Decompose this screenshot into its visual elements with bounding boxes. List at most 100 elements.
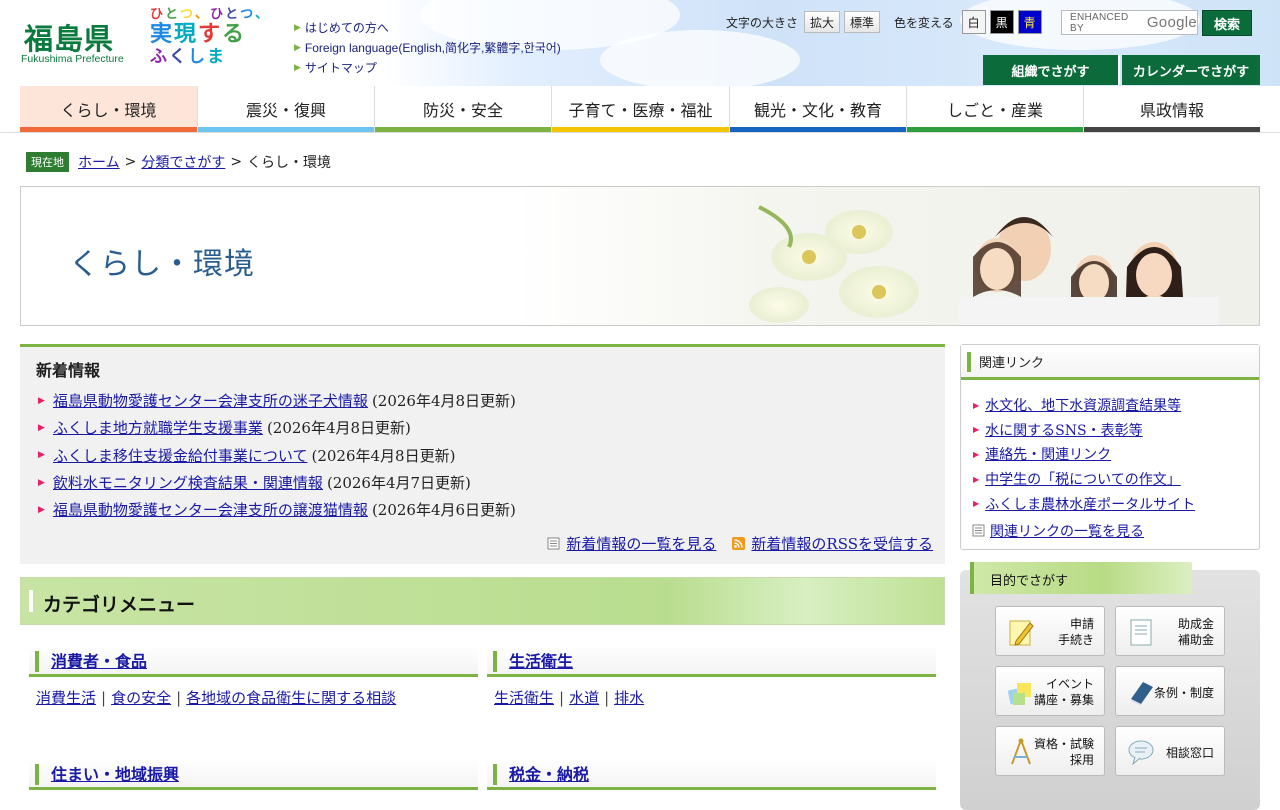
- category-link[interactable]: 排水: [614, 687, 644, 708]
- category-link[interactable]: 生活衛生: [494, 687, 554, 708]
- page-title: くらし・環境: [69, 247, 255, 282]
- related-link-item: ▶ 水に関するSNS・表彰等: [973, 418, 1195, 443]
- nav-item-disaster-recovery[interactable]: 震災・復興: [198, 86, 375, 132]
- font-size-standard-button[interactable]: 標準: [844, 11, 881, 33]
- nav-item-tourism-culture-education[interactable]: 観光・文化・教育: [730, 86, 907, 132]
- news-link[interactable]: 飲料水モニタリング検査結果・関連情報: [53, 472, 323, 493]
- rss-icon: [732, 537, 746, 550]
- news-link[interactable]: 福島県動物愛護センター会津支所の譲渡猫情報: [53, 499, 368, 520]
- nav-item-childcare-medical-welfare[interactable]: 子育て・医療・福祉: [552, 86, 730, 132]
- news-list-link[interactable]: 新着情報の一覧を見る: [566, 535, 716, 553]
- search-placeholder: ENHANCED BY: [1070, 11, 1129, 34]
- purpose-consultation-button[interactable]: 相談窓口: [1115, 726, 1225, 776]
- purpose-application-button[interactable]: 申請 手続き: [995, 606, 1105, 656]
- purpose-event-button[interactable]: イベント 講座・募集: [995, 666, 1105, 716]
- nav-item-life-environment[interactable]: くらし・環境: [20, 86, 198, 132]
- breadcrumb-current: くらし・環境: [247, 155, 332, 171]
- related-link[interactable]: 水文化、地下水資源調査結果等: [985, 395, 1181, 415]
- category-heading: 消費者・食品: [29, 645, 478, 677]
- category-link[interactable]: 消費生活: [36, 687, 96, 708]
- slogan-letter: る: [222, 22, 245, 47]
- separator: |: [559, 688, 565, 707]
- slogan-letter: つ: [180, 7, 194, 22]
- color-black-button[interactable]: 黒: [989, 10, 1014, 34]
- purpose-qualification-button[interactable]: 資格・試験 採用: [995, 726, 1105, 776]
- font-size-label: 文字の大きさ: [726, 15, 799, 30]
- triangle-bullet-icon: ▶: [294, 41, 301, 52]
- news-link[interactable]: 福島県動物愛護センター会津支所の迷子犬情報: [53, 390, 368, 411]
- related-more-wrap: 関連リンクの一覧を見る: [972, 521, 1144, 541]
- category-link[interactable]: 水道: [569, 687, 599, 708]
- search-button[interactable]: 検索: [1202, 10, 1252, 36]
- purpose-button-label: 相談窓口: [1165, 746, 1214, 760]
- category-title-link[interactable]: 生活衛生: [509, 648, 573, 672]
- news-rss-link[interactable]: 新着情報のRSSを受信する: [751, 535, 933, 553]
- breadcrumb-category-link[interactable]: 分類でさがす: [141, 152, 225, 172]
- category-title-link[interactable]: 消費者・食品: [51, 648, 147, 672]
- news-item: ▶ ふくしま移住支援金給付事業について (2026年4月8日更新): [38, 442, 516, 469]
- event-cards-icon: [1008, 683, 1031, 705]
- triangle-bullet-icon: ▶: [294, 21, 301, 32]
- related-link[interactable]: 水に関するSNS・表彰等: [985, 420, 1142, 440]
- pencil-note-icon: [1009, 620, 1034, 646]
- news-date: (2026年4月8日更新): [371, 392, 516, 411]
- bullet-icon: ▶: [38, 504, 45, 515]
- nav-item-prefectural-info[interactable]: 県政情報: [1084, 86, 1260, 132]
- purpose-subsidy-button[interactable]: 助成金 補助金: [1115, 606, 1225, 656]
- org-search-button[interactable]: 組織でさがす: [983, 55, 1120, 85]
- top-link-sitemap[interactable]: ▶ サイトマップ: [294, 57, 561, 77]
- slogan-letter: ま: [207, 47, 224, 67]
- news-list: ▶ 福島県動物愛護センター会津支所の迷子犬情報 (2026年4月8日更新) ▶ ふくし…: [38, 387, 516, 523]
- category-title-link[interactable]: 税金・納税: [509, 761, 589, 785]
- related-link[interactable]: 連絡先・関連リンク: [985, 444, 1111, 464]
- utility-bar: 文字の大きさ 拡大 標準 色を変える 白 黒 青: [726, 10, 1042, 34]
- bullet-icon: ▶: [973, 474, 980, 484]
- font-size-enlarge-button[interactable]: 拡大: [804, 11, 841, 33]
- news-link[interactable]: ふくしま移住支援金給付事業について: [53, 445, 308, 466]
- slogan-letter: 、: [195, 7, 209, 22]
- category-title-link[interactable]: 住まい・地域振興: [51, 761, 179, 785]
- bullet-icon: ▶: [973, 449, 980, 459]
- breadcrumb-home-link[interactable]: ホーム: [78, 152, 120, 172]
- slogan-letter: と: [225, 7, 239, 22]
- purpose-button-label: 条例・制度: [1153, 686, 1214, 700]
- news-list-link-wrap: 新着情報の一覧を見る: [547, 533, 716, 554]
- category-consumer-food: 消費者・食品 消費生活 | 食の安全 | 各地域の食品衛生に関する相談: [29, 645, 478, 708]
- separator: |: [604, 688, 610, 707]
- breadcrumb-tag: 現在地: [26, 152, 69, 172]
- related-link[interactable]: 中学生の「税についての作文」: [985, 469, 1181, 489]
- purpose-heading: 目的でさがす: [990, 574, 1069, 589]
- nav-item-work-industry[interactable]: しごと・産業: [907, 86, 1084, 132]
- site-logo[interactable]: 福島県: [24, 16, 114, 58]
- category-link[interactable]: 食の安全: [111, 687, 171, 708]
- color-blue-button[interactable]: 青: [1017, 10, 1042, 34]
- search-input[interactable]: ENHANCED BY Google: [1061, 10, 1198, 35]
- news-link[interactable]: ふくしま地方就職学生支援事業: [53, 417, 263, 438]
- top-link-foreign-language[interactable]: ▶ Foreign language(English,简化字,繁體字,한국어): [294, 37, 561, 57]
- news-rss-link-wrap: 新着情報のRSSを受信する: [732, 533, 933, 554]
- category-links: 消費生活 | 食の安全 | 各地域の食品衛生に関する相談: [29, 687, 478, 708]
- category-housing: 住まい・地域振興: [29, 758, 478, 790]
- separator: |: [176, 688, 182, 707]
- category-heading: 住まい・地域振興: [29, 758, 478, 790]
- list-icon: [972, 524, 985, 537]
- top-link-beginners[interactable]: ▶ はじめての方へ: [294, 17, 561, 37]
- category-link[interactable]: 各地域の食品衛生に関する相談: [186, 687, 396, 708]
- slogan-letter: ふ: [150, 47, 167, 67]
- purpose-ordinance-button[interactable]: 条例・制度: [1115, 666, 1225, 716]
- bullet-icon: ▶: [38, 477, 45, 488]
- color-white-button[interactable]: 白: [961, 10, 986, 34]
- calendar-search-button[interactable]: カレンダーでさがす: [1122, 55, 1260, 85]
- slogan-letter: ひ: [150, 7, 164, 22]
- nav-item-safety[interactable]: 防災・安全: [375, 86, 552, 132]
- category-menu-heading: カテゴリメニュー: [43, 594, 196, 616]
- related-more-link[interactable]: 関連リンクの一覧を見る: [990, 524, 1144, 540]
- slogan-letter: つ: [240, 7, 254, 22]
- related-link[interactable]: ふくしま農林水産ポータルサイト: [985, 494, 1195, 514]
- related-link-item: ▶ 水文化、地下水資源調査結果等: [973, 393, 1195, 418]
- breadcrumb-separator: >: [124, 154, 137, 170]
- header-cloud: [600, 30, 800, 90]
- site-header: 福島県 Fukushima Prefecture ひとつ、ひとつ、 実現する ふ…: [0, 0, 1280, 90]
- category-heading: 生活衛生: [487, 645, 936, 677]
- related-link-item: ▶ 連絡先・関連リンク: [973, 442, 1195, 467]
